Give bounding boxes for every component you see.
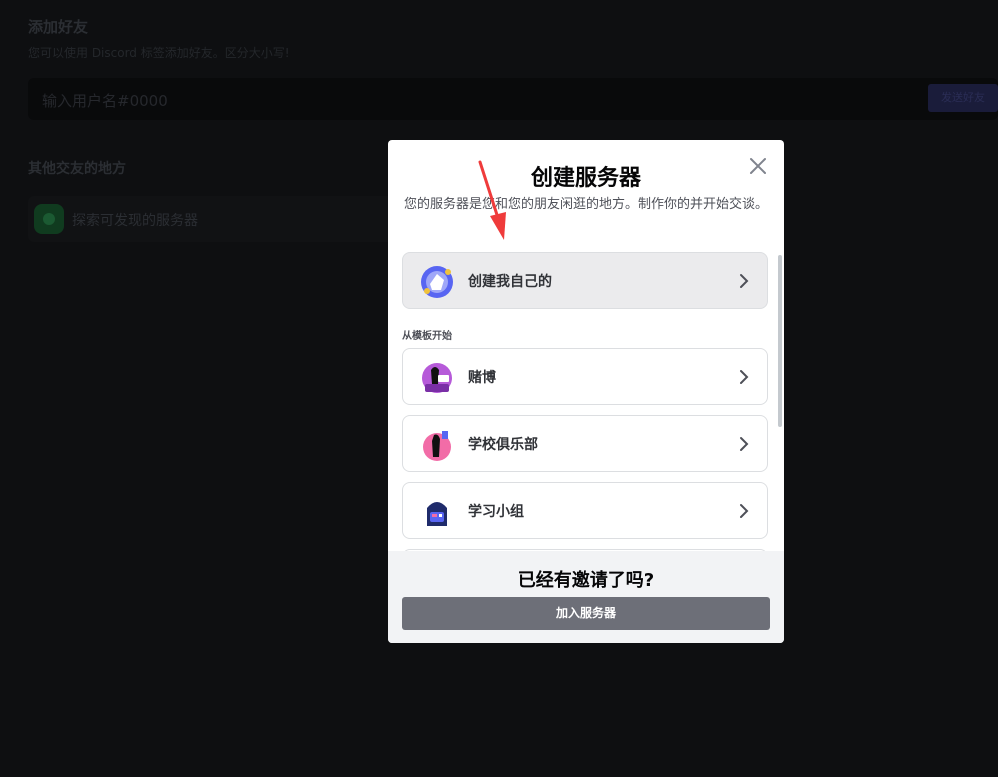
study-group-icon [427, 502, 447, 526]
gaming-icon [422, 363, 452, 393]
template-label-school-club: 学校俱乐部 [468, 437, 538, 453]
template-option-study-group[interactable]: 学习小组 [402, 482, 768, 539]
create-own-icon [421, 266, 453, 298]
template-option-gaming[interactable]: 赌博 [402, 348, 768, 405]
modal-title: 创建服务器 [530, 166, 641, 191]
send-friend-request-button[interactable]: 发送好友 [928, 84, 998, 112]
chevron-right-icon [740, 504, 749, 518]
add-friend-title: 添加好友 [28, 18, 89, 36]
server-options-list[interactable]: 创建我自己的 从模板开始 赌博 学校俱乐部 学习小组 [402, 252, 770, 569]
compass-icon [34, 204, 64, 234]
explore-servers-button[interactable]: 探索可发现的服务器 [28, 196, 408, 242]
chevron-right-icon [740, 437, 749, 451]
create-my-own-label: 创建我自己的 [468, 274, 552, 290]
template-option-school-club[interactable]: 学校俱乐部 [402, 415, 768, 472]
add-friend-subtitle: 您可以使用 Discord 标签添加好友。区分大小写! [28, 46, 290, 60]
create-server-modal: 创建服务器 您的服务器是您和您的朋友闲逛的地方。制作你的并开始交谈。 创建我自己… [388, 140, 784, 643]
create-my-own-option[interactable]: 创建我自己的 [402, 252, 768, 309]
join-server-button[interactable]: 加入服务器 [402, 597, 770, 630]
scrollbar[interactable] [778, 255, 782, 427]
close-icon [750, 158, 766, 174]
template-label-study-group: 学习小组 [468, 504, 524, 520]
modal-description: 您的服务器是您和您的朋友闲逛的地方。制作你的并开始交谈。 [403, 197, 768, 212]
explore-servers-label: 探索可发现的服务器 [72, 213, 198, 229]
chevron-right-icon [740, 370, 749, 384]
template-section-label: 从模板开始 [402, 331, 452, 342]
username-input[interactable]: 输入用户名#0000 发送好友 [28, 78, 998, 120]
school-club-icon [423, 431, 451, 461]
chevron-right-icon [740, 274, 749, 288]
username-placeholder: 输入用户名#0000 [42, 92, 168, 110]
modal-footer: 已经有邀请了吗? 加入服务器 [388, 551, 784, 643]
template-label-gaming: 赌博 [468, 370, 496, 386]
other-places-title: 其他交友的地方 [28, 161, 126, 177]
footer-title: 已经有邀请了吗? [517, 570, 655, 591]
close-button[interactable] [746, 154, 770, 178]
